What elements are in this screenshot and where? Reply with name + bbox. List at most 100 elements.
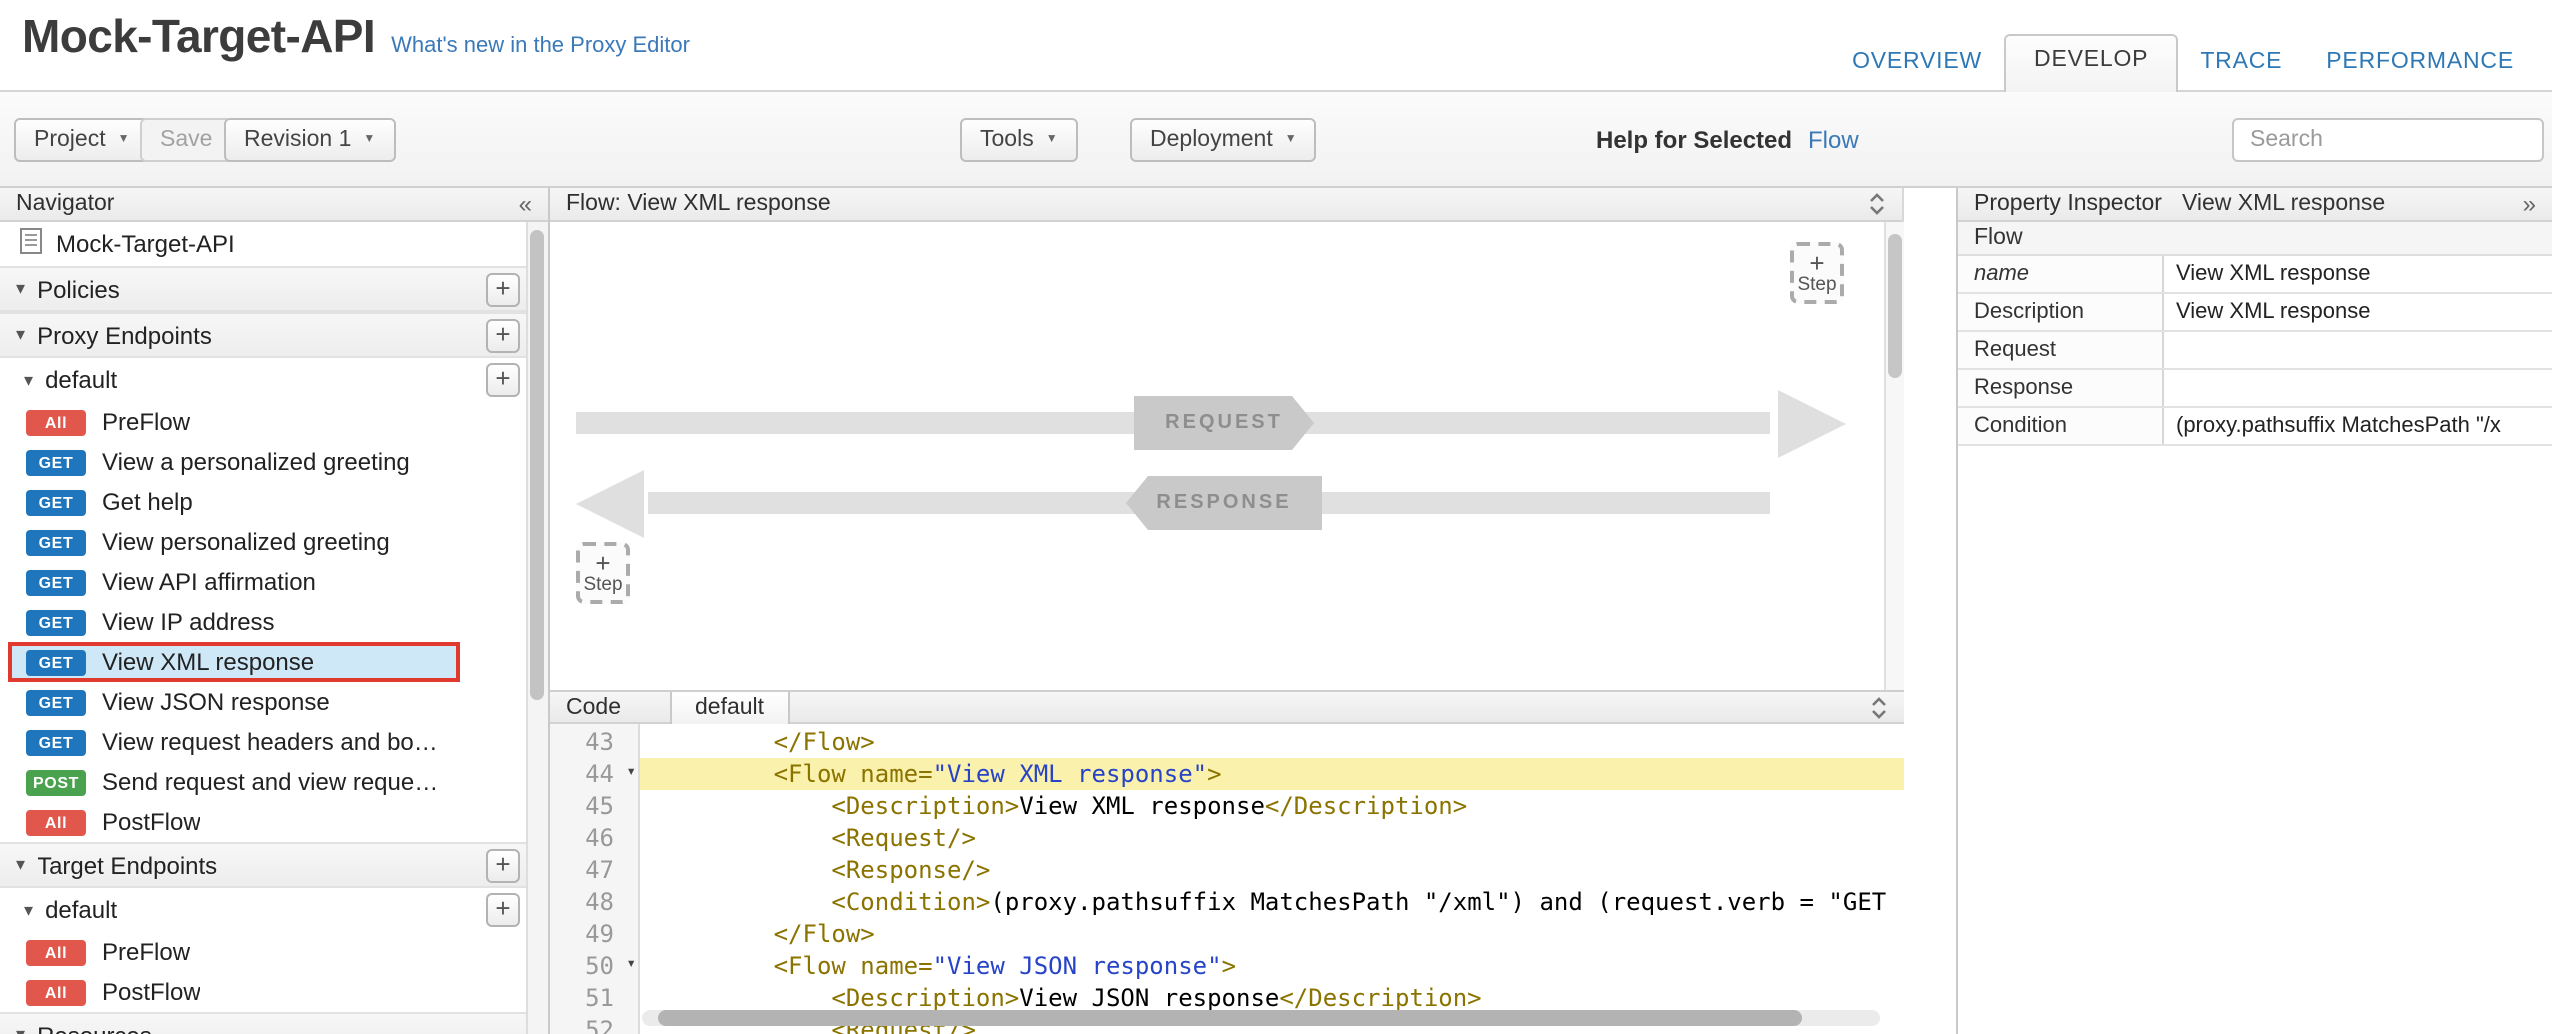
code-line[interactable]: 47 <Response/> [550,854,1904,886]
line-number: 47 [550,854,640,886]
collapse-expand-icon[interactable] [1870,695,1888,719]
nav-flow-postflow[interactable]: AllPostFlow [0,802,526,842]
nav-section-proxy-endpoints[interactable]: ▾Proxy Endpoints+ [0,312,526,358]
tab-trace[interactable]: TRACE [2178,38,2304,92]
property-value[interactable]: (proxy.pathsuffix MatchesPath "/x [2164,408,2552,444]
tab-develop[interactable]: DEVELOP [2004,34,2178,92]
project-button[interactable]: Project ▼ [14,118,150,162]
add-button[interactable]: + [486,272,520,306]
nav-flow-view-ip-address[interactable]: GET View IP address [0,602,526,642]
add-button[interactable]: + [486,318,520,352]
add-button[interactable]: + [486,363,520,397]
code-line[interactable]: 43 </Flow> [550,726,1904,758]
add-button[interactable]: + [486,848,520,882]
property-value[interactable]: View XML response [2164,256,2552,292]
nav-flow-view-personalized-greeting[interactable]: GETView personalized greeting [0,522,526,562]
fold-caret-icon[interactable]: ▾ [626,764,636,780]
nav-flow-preflow[interactable]: AllPreFlow [0,402,526,442]
nav-section-policies[interactable]: ▾Policies+ [0,266,526,312]
deployment-button[interactable]: Deployment ▼ [1130,118,1317,162]
caret-down-icon: ▼ [1285,134,1297,146]
add-step-button[interactable]: + Step [576,542,630,604]
code-line[interactable]: 45 <Description>View XML response</Descr… [550,790,1904,822]
code-tab-default[interactable]: default [669,691,790,723]
save-button-label: Save [160,128,212,152]
request-arrow-icon [1778,390,1846,458]
nav-flow-view-xml-response[interactable]: GETView XML response [8,642,460,682]
line-number: 43 [550,726,640,758]
plus-icon: + [1809,251,1824,273]
search-input[interactable] [2232,118,2544,162]
code-line[interactable]: 44▾ <Flow name="View XML response"> [550,758,1904,790]
nav-section-target-endpoints[interactable]: ▾Target Endpoints+ [0,842,526,888]
collapse-expand-icon[interactable] [1868,192,1886,216]
method-badge: GET [26,489,86,515]
navigator-rows: Mock-Target-API▾Policies+▾Proxy Endpoint… [0,222,526,1034]
method-badge: GET [26,609,86,635]
code-line[interactable]: 49 </Flow> [550,918,1904,950]
caret-down-icon[interactable]: ▾ [16,326,25,344]
code-line[interactable]: 48 <Condition>(proxy.pathsuffix MatchesP… [550,886,1904,918]
method-badge: GET [26,529,86,555]
tools-button[interactable]: Tools ▼ [960,118,1078,162]
nav-flow-send-request-and-view-reque[interactable]: POSTSend request and view reque… [0,762,526,802]
nav-flow-get-help[interactable]: GETGet help [0,482,526,522]
horizontal-scrollbar[interactable] [642,1010,1880,1026]
nav-endpoint-default[interactable]: ▾default+ [0,358,526,402]
method-badge: GET [26,729,86,755]
method-badge: GET [26,449,86,475]
nav-flow-view-json-response[interactable]: GETView JSON response [0,682,526,722]
collapse-left-icon[interactable]: « [519,192,532,216]
navigator-panel: Navigator « Mock-Target-API▾Policies+▾Pr… [0,188,550,1034]
nav-flow-view-api-affirmation[interactable]: GETView API affirmation [0,562,526,602]
add-step-button[interactable]: + Step [1790,242,1844,304]
property-value[interactable]: View XML response [2164,294,2552,330]
caret-down-icon: ▼ [363,134,375,146]
expand-right-icon[interactable]: » [2523,192,2536,216]
nav-endpoint-default[interactable]: ▾ default + [0,888,526,932]
caret-down-icon[interactable]: ▾ [16,280,25,298]
fold-caret-icon[interactable]: ▾ [626,956,636,972]
add-button[interactable]: + [486,893,520,927]
nav-flow-label: View API affirmation [102,568,316,596]
revision-button[interactable]: Revision 1 ▼ [224,118,395,162]
nav-flow-label: View XML response [102,648,314,676]
flow-scrollbar[interactable] [1884,222,1904,690]
scrollbar-thumb[interactable] [658,1010,1802,1026]
caret-down-icon[interactable]: ▾ [16,1026,25,1034]
caret-down-icon[interactable]: ▾ [24,901,33,919]
nav-flow-view-a-personalized-greeting[interactable]: GETView a personalized greeting [0,442,526,482]
center-panel: Flow: View XML response + Step REQUEST R… [550,188,1904,1034]
method-badge: All [26,809,86,835]
nav-flow-label: Send request and view reque… [102,768,438,796]
scrollbar-thumb[interactable] [530,230,544,700]
nav-flow-label: View IP address [102,608,275,636]
tab-overview[interactable]: OVERVIEW [1830,38,2004,92]
code-line[interactable]: 46 <Request/> [550,822,1904,854]
nav-label: default [45,896,117,924]
help-flow-link[interactable]: Flow [1808,126,1859,154]
save-button[interactable]: Save [140,118,232,162]
property-value[interactable] [2164,332,2552,368]
plus-icon: + [595,551,610,573]
code-text: </Flow> [640,726,1904,758]
nav-section-resources[interactable]: ▾Resources [0,1012,526,1034]
nav-flow-postflow[interactable]: AllPostFlow [0,972,526,1012]
caret-down-icon[interactable]: ▾ [24,371,33,389]
whats-new-link[interactable]: What's new in the Proxy Editor [391,34,690,58]
tab-performance[interactable]: PERFORMANCE [2304,38,2536,92]
code-editor[interactable]: 43 </Flow>44▾ <Flow name="View XML respo… [550,724,1904,1034]
nav-flow-view-request-headers-and-bo[interactable]: GETView request headers and bo… [0,722,526,762]
nav-flow-preflow[interactable]: AllPreFlow [0,932,526,972]
property-row: Request [1958,332,2552,370]
navigator-scrollbar[interactable] [526,222,548,1034]
code-lines: 43 </Flow>44▾ <Flow name="View XML respo… [550,726,1904,1034]
flow-panel-title: Flow: View XML response [566,192,831,216]
property-label: Condition [1958,408,2164,444]
property-label: Request [1958,332,2164,368]
property-value[interactable] [2164,370,2552,406]
code-line[interactable]: 50▾ <Flow name="View JSON response"> [550,950,1904,982]
scrollbar-thumb[interactable] [1888,234,1902,378]
nav-bundle-item[interactable]: Mock-Target-API [0,222,526,266]
caret-down-icon[interactable]: ▾ [16,856,25,874]
